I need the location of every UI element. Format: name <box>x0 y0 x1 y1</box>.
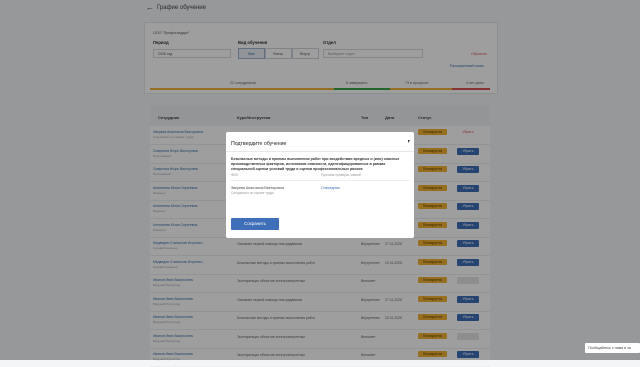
col-reason: Причина проверки знаний <box>321 173 361 177</box>
dialog-divider <box>226 151 414 152</box>
person-name: Зверева Анастасия Викторовна <box>231 186 284 190</box>
dialog-title: Подтвердите обучение <box>231 141 287 147</box>
person-position: Специалист по охране труда <box>231 191 274 195</box>
confirm-training-dialog: Подтвердите обучение Безопасные методы и… <box>226 132 414 238</box>
col-fio: ФИО <box>231 173 239 177</box>
reason-select-link[interactable]: Очередная <box>321 186 340 190</box>
mouse-cursor-icon <box>408 140 411 144</box>
dialog-row-divider <box>231 180 409 181</box>
save-button[interactable]: Сохранить <box>231 218 279 230</box>
chat-widget[interactable]: Пообщайтесь с нами в ча <box>585 343 640 353</box>
course-description: Безопасные методы и приемы выполнения ра… <box>231 157 400 171</box>
